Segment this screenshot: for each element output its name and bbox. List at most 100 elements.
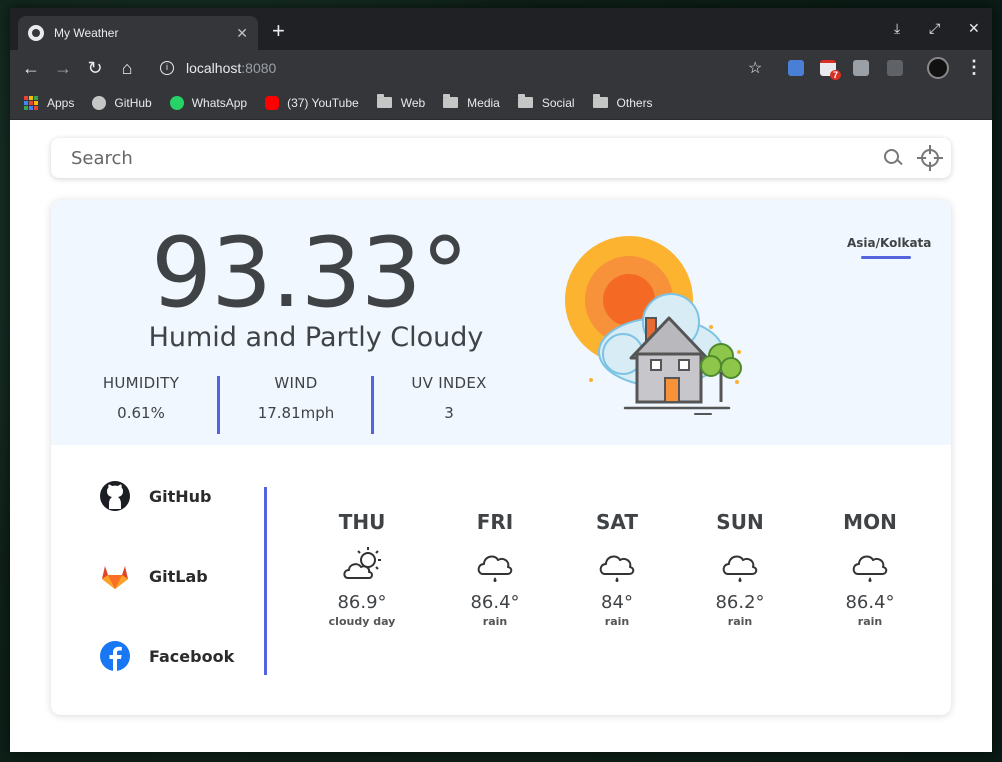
bookmarks-bar: Apps GitHub WhatsApp (37) YouTube Web Me… <box>10 86 992 120</box>
social-link-github[interactable]: GitHub <box>99 480 259 512</box>
rain-cloud-icon <box>722 555 758 582</box>
forecast-description: cloudy day <box>328 615 396 628</box>
tab-strip: My Weather ✕ + ⤓ ⤢ ✕ <box>10 8 992 50</box>
gmail-badge: 7 <box>830 70 842 80</box>
uv-index-stat: UV INDEX 3 <box>399 374 499 422</box>
bookmark-folder-others[interactable]: Others <box>592 94 653 110</box>
forecast-description: rain <box>857 615 883 628</box>
forecast-temperature: 86.4° <box>845 592 895 613</box>
forward-icon[interactable]: → <box>52 57 74 79</box>
bookmark-github[interactable]: GitHub <box>92 95 152 110</box>
maximize-icon[interactable]: ⤢ <box>929 20 940 37</box>
humidity-stat: HUMIDITY 0.61% <box>91 374 191 422</box>
rain-cloud-icon <box>599 555 635 582</box>
social-link-gitlab[interactable]: GitLab <box>99 560 259 592</box>
timezone-tab[interactable]: Asia/Kolkata <box>847 236 931 250</box>
bookmark-star-icon[interactable]: ☆ <box>748 58 762 78</box>
forecast-temperature: 86.4° <box>470 592 520 613</box>
translate-extension-icon[interactable] <box>788 60 804 76</box>
extension-icon-2[interactable] <box>887 60 903 76</box>
timezone-underline <box>861 256 911 259</box>
bookmark-folder-media[interactable]: Media <box>443 94 500 110</box>
url-port: :8080 <box>241 60 277 76</box>
wind-label: WIND <box>274 374 318 392</box>
tab-title: My Weather <box>54 26 119 40</box>
menu-icon[interactable]: ⋮ <box>965 57 983 78</box>
home-icon[interactable]: ⌂ <box>116 57 138 79</box>
uv-index-value: 3 <box>444 404 454 422</box>
folder-icon <box>443 94 459 108</box>
humidity-label: HUMIDITY <box>102 374 180 392</box>
forecast-day-label: SAT <box>596 510 638 534</box>
forecast-temperature: 86.2° <box>715 592 765 613</box>
stat-divider <box>371 376 374 434</box>
current-condition: Humid and Partly Cloudy <box>148 322 484 353</box>
forecast-temperature: 84° <box>601 592 633 613</box>
extension-icon[interactable] <box>853 60 869 76</box>
reload-icon[interactable]: ↻ <box>84 57 106 79</box>
browser-window: My Weather ✕ + ⤓ ⤢ ✕ ← → ↻ ⌂ i localhost… <box>10 8 992 752</box>
wind-stat: WIND 17.81mph <box>246 374 346 422</box>
globe-icon <box>28 25 44 41</box>
social-divider <box>264 487 267 675</box>
forecast-day-mon: MON 86.4° rain <box>820 510 920 628</box>
search-bar <box>51 138 951 178</box>
social-link-facebook[interactable]: Facebook <box>99 640 259 672</box>
address-bar[interactable]: i localhost:8080 <box>150 54 770 82</box>
current-temperature: 93.33° <box>151 217 469 329</box>
forecast-temperature: 86.9° <box>337 592 387 613</box>
forecast-day-sat: SAT 84° rain <box>567 510 667 628</box>
forecast-day-label: MON <box>843 510 897 534</box>
stat-divider <box>217 376 220 434</box>
folder-icon <box>592 94 608 108</box>
whatsapp-icon <box>169 95 184 110</box>
tab-my-weather[interactable]: My Weather ✕ <box>18 16 258 50</box>
forecast-day-sun: SUN 86.2° rain <box>690 510 790 628</box>
current-weather-panel: 93.33° Humid and Partly Cloudy HUMIDITY … <box>51 200 951 445</box>
page-content: 93.33° Humid and Partly Cloudy HUMIDITY … <box>10 120 992 752</box>
search-icon[interactable] <box>877 143 907 173</box>
youtube-icon <box>265 95 280 110</box>
apps-grid-icon <box>24 95 38 110</box>
bookmark-whatsapp[interactable]: WhatsApp <box>169 95 247 110</box>
forecast-day-label: FRI <box>476 510 514 534</box>
rain-cloud-icon <box>477 555 513 582</box>
facebook-icon <box>100 641 130 671</box>
close-tab-icon[interactable]: ✕ <box>236 25 248 42</box>
social-label-github: GitHub <box>149 486 212 506</box>
back-icon[interactable]: ← <box>20 57 42 79</box>
new-tab-button[interactable]: + <box>272 20 285 42</box>
bookmark-folder-social[interactable]: Social <box>517 94 575 110</box>
folder-icon <box>376 94 392 108</box>
forecast-day-label: SUN <box>716 510 764 534</box>
bookmark-apps[interactable]: Apps <box>24 95 74 110</box>
github-icon <box>92 95 107 110</box>
bookmark-youtube[interactable]: (37) YouTube <box>265 95 359 110</box>
weather-card: 93.33° Humid and Partly Cloudy HUMIDITY … <box>51 200 951 715</box>
forecast-description: rain <box>604 615 630 628</box>
cloudy-day-icon <box>343 547 381 579</box>
forecast-description: rain <box>727 615 753 628</box>
wind-value: 17.81mph <box>257 404 335 422</box>
locate-icon[interactable] <box>917 145 943 171</box>
avatar[interactable] <box>927 57 949 79</box>
gitlab-icon <box>102 566 128 589</box>
house-sun-illustration <box>565 236 742 415</box>
rain-cloud-icon <box>852 555 888 582</box>
social-label-facebook: Facebook <box>149 646 235 666</box>
bookmark-folder-web[interactable]: Web <box>376 94 425 110</box>
search-input[interactable] <box>71 147 877 169</box>
uv-index-label: UV INDEX <box>411 374 487 392</box>
forecast-description: rain <box>482 615 508 628</box>
humidity-value: 0.61% <box>117 404 165 422</box>
folder-icon <box>517 94 533 108</box>
social-label-gitlab: GitLab <box>149 566 208 586</box>
info-icon[interactable]: i <box>160 61 174 75</box>
close-window-icon[interactable]: ✕ <box>968 20 980 37</box>
minimize-icon[interactable]: ⤓ <box>894 20 900 37</box>
forecast-day-label: THU <box>338 510 386 534</box>
github-icon <box>100 481 130 511</box>
forecast-day-fri: FRI 86.4° rain <box>445 510 545 628</box>
browser-toolbar: ← → ↻ ⌂ i localhost:8080 ☆ 7 ⋮ <box>10 50 992 86</box>
url-host: localhost <box>186 60 242 76</box>
